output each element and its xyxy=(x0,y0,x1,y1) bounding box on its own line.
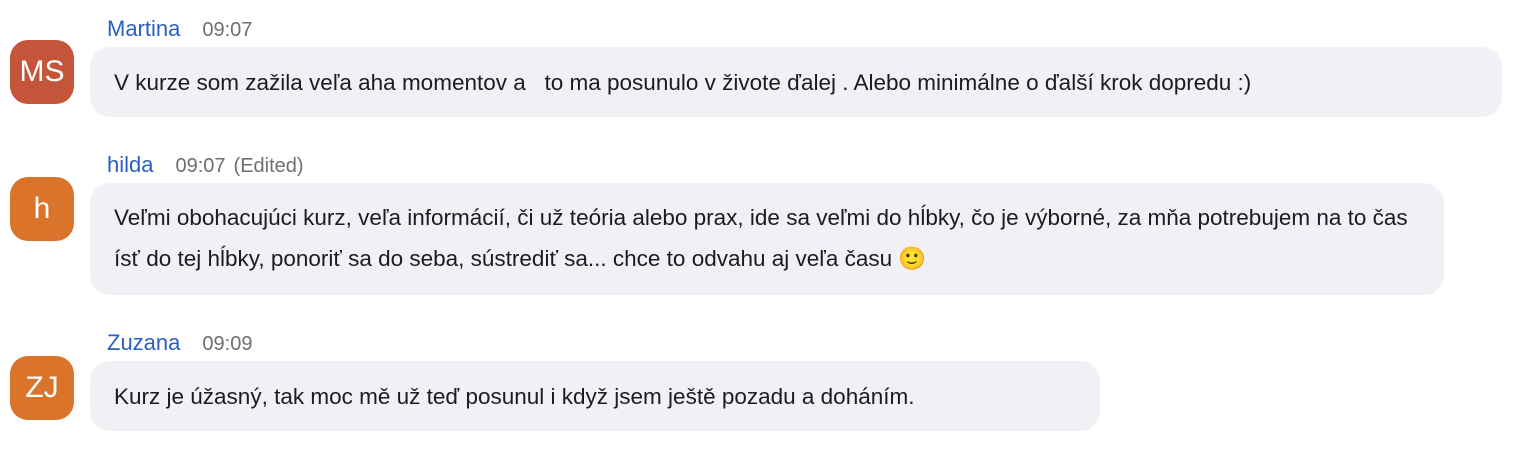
edited-label: (Edited) xyxy=(233,155,304,177)
avatar[interactable]: h xyxy=(10,177,74,241)
sender-name[interactable]: Zuzana xyxy=(107,330,180,356)
avatar[interactable]: MS xyxy=(10,40,74,104)
message-timestamp: 09:07 xyxy=(175,155,226,177)
message-bubble[interactable]: Veľmi obohacujúci kurz, veľa informácií,… xyxy=(90,183,1444,295)
message-bubble[interactable]: V kurze som zažila veľa aha momentov a t… xyxy=(90,47,1502,117)
sender-name[interactable]: Martina xyxy=(107,16,180,42)
message-timestamp: 09:09 xyxy=(202,333,253,355)
message-timestamp: 09:07 xyxy=(202,19,253,41)
message-bubble[interactable]: Kurz je úžasný, tak moc mě už teď posunu… xyxy=(90,361,1100,431)
message-header: Zuzana 09:09 xyxy=(107,330,252,356)
message-header: Martina 09:07 xyxy=(107,16,252,42)
sender-name[interactable]: hilda xyxy=(107,152,153,178)
message-header: hilda 09:07 (Edited) xyxy=(107,152,304,178)
avatar[interactable]: ZJ xyxy=(10,356,74,420)
